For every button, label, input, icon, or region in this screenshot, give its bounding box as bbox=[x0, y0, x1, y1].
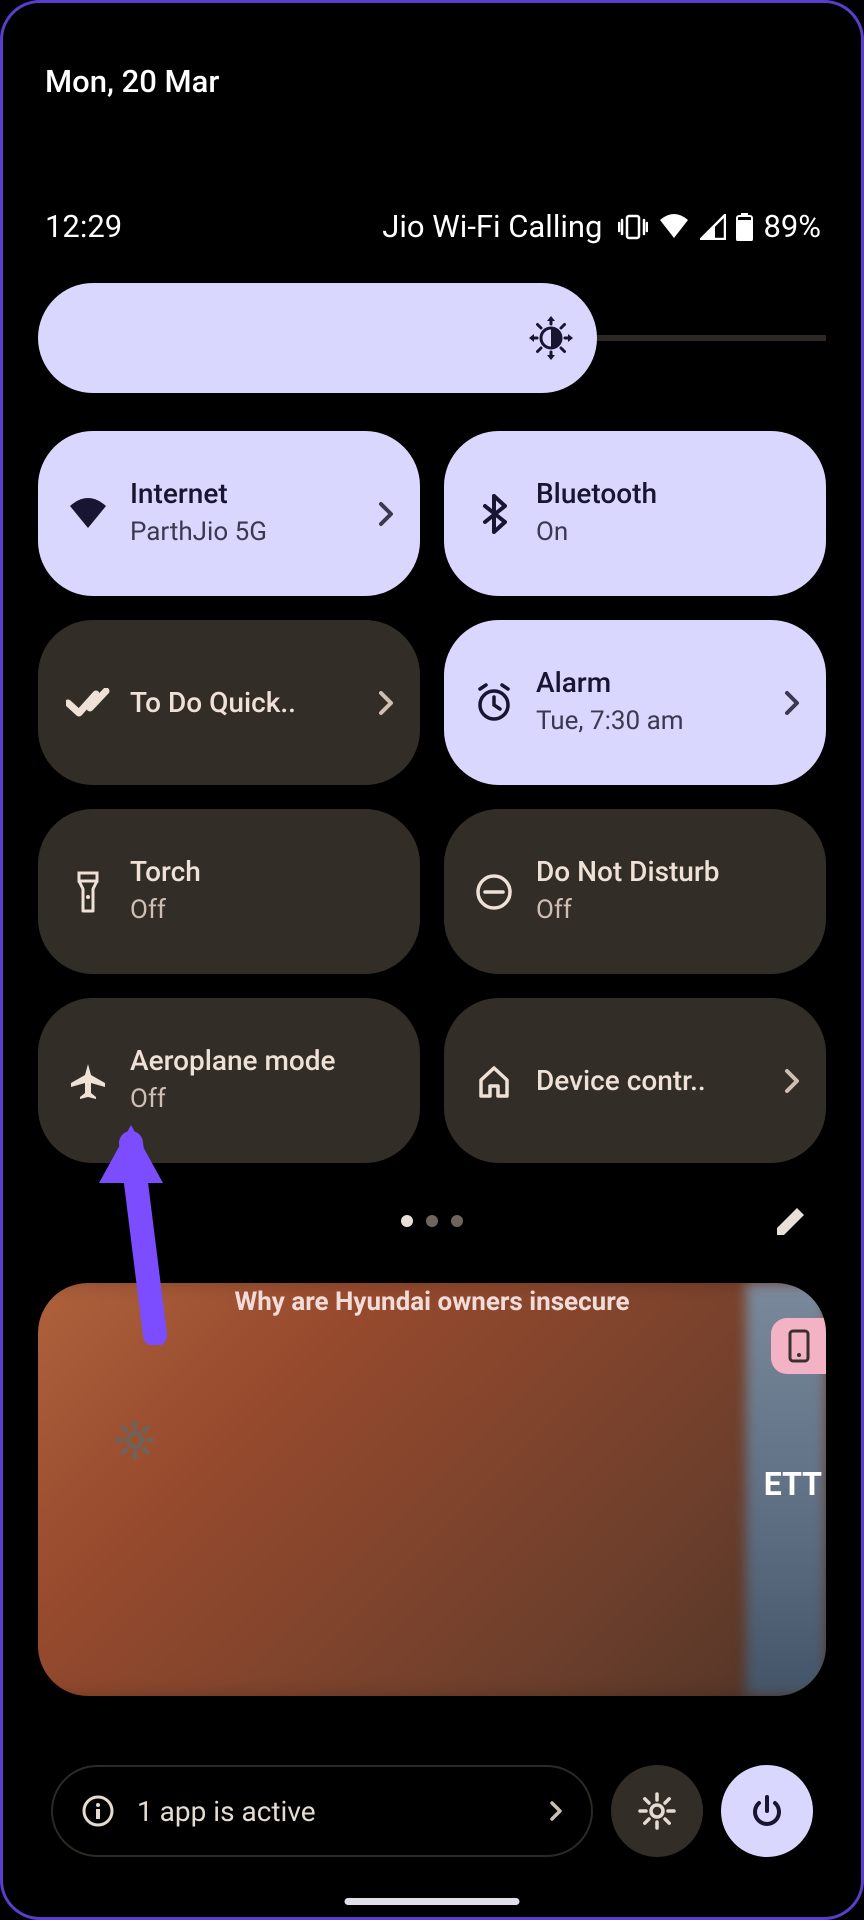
dnd-icon bbox=[470, 873, 518, 911]
status-time: 12:29 bbox=[45, 208, 122, 245]
tile-subtitle: Off bbox=[536, 894, 800, 928]
gear-icon bbox=[637, 1791, 677, 1831]
tile-title: Internet bbox=[130, 477, 370, 511]
wifi-icon bbox=[658, 214, 690, 240]
gesture-nav-bar[interactable] bbox=[345, 1898, 520, 1905]
page-dot bbox=[451, 1215, 463, 1227]
active-apps-pill[interactable]: 1 app is active bbox=[51, 1765, 593, 1857]
date-header: Mon, 20 Mar bbox=[3, 3, 861, 100]
tile-internet[interactable]: Internet ParthJio 5G bbox=[38, 431, 420, 596]
tile-title: Do Not Disturb bbox=[536, 855, 800, 889]
tile-title: Device contr.. bbox=[536, 1064, 776, 1098]
tile-subtitle: On bbox=[536, 516, 800, 550]
tile-bluetooth[interactable]: Bluetooth On bbox=[444, 431, 826, 596]
airplane-icon bbox=[64, 1061, 112, 1101]
bluetooth-icon bbox=[470, 494, 518, 534]
tile-subtitle: ParthJio 5G bbox=[130, 516, 370, 550]
torch-icon bbox=[64, 871, 112, 913]
media-partial-text: ETT bbox=[764, 1465, 822, 1503]
home-icon bbox=[470, 1062, 518, 1100]
alarm-icon bbox=[470, 683, 518, 723]
tile-device-controls[interactable]: Device contr.. bbox=[444, 998, 826, 1163]
media-headline: Why are Hyundai owners insecure bbox=[234, 1287, 629, 1317]
status-right: Jio Wi-Fi Calling 89% bbox=[382, 208, 821, 245]
quick-settings-tiles: Internet ParthJio 5G Bluetooth On To Do … bbox=[3, 393, 861, 1163]
tile-subtitle: Off bbox=[130, 1083, 394, 1117]
check-icon bbox=[64, 688, 112, 718]
footer-bar: 1 app is active bbox=[51, 1765, 813, 1857]
tile-title: Bluetooth bbox=[536, 477, 800, 511]
battery-percent: 89% bbox=[763, 208, 821, 245]
wifi-icon bbox=[64, 498, 112, 530]
brightness-fill[interactable] bbox=[38, 283, 597, 393]
tile-todo[interactable]: To Do Quick.. bbox=[38, 620, 420, 785]
page-dot bbox=[401, 1215, 413, 1227]
carrier-label: Jio Wi-Fi Calling bbox=[382, 208, 602, 245]
edit-tiles-button[interactable] bbox=[773, 1203, 809, 1239]
chevron-right-icon bbox=[378, 690, 394, 716]
annotation-arrow bbox=[87, 1125, 177, 1345]
tile-title: Alarm bbox=[536, 666, 776, 700]
battery-icon bbox=[736, 213, 753, 241]
chevron-right-icon bbox=[784, 1068, 800, 1094]
output-device-badge[interactable] bbox=[771, 1318, 826, 1374]
signal-icon bbox=[700, 214, 726, 240]
chevron-right-icon bbox=[784, 690, 800, 716]
tile-title: Torch bbox=[130, 855, 394, 889]
settings-button[interactable] bbox=[611, 1765, 703, 1857]
tile-title: To Do Quick.. bbox=[130, 686, 370, 720]
brightness-icon bbox=[529, 316, 573, 360]
chevron-right-icon bbox=[378, 501, 394, 527]
tile-dnd[interactable]: Do Not Disturb Off bbox=[444, 809, 826, 974]
status-bar: 12:29 Jio Wi-Fi Calling 89% bbox=[3, 100, 861, 245]
chevron-right-icon bbox=[549, 1800, 563, 1822]
tile-subtitle: Off bbox=[130, 894, 394, 928]
page-dot bbox=[426, 1215, 438, 1227]
active-apps-label: 1 app is active bbox=[137, 1795, 316, 1828]
tile-title: Aeroplane mode bbox=[130, 1044, 394, 1078]
notification-settings-icon[interactable] bbox=[113, 1418, 157, 1462]
info-icon bbox=[81, 1794, 115, 1828]
brightness-slider[interactable] bbox=[38, 283, 826, 393]
tile-alarm[interactable]: Alarm Tue, 7:30 am bbox=[444, 620, 826, 785]
tile-subtitle: Tue, 7:30 am bbox=[536, 705, 776, 739]
vibrate-icon bbox=[618, 214, 648, 240]
power-button[interactable] bbox=[721, 1765, 813, 1857]
tile-torch[interactable]: Torch Off bbox=[38, 809, 420, 974]
power-icon bbox=[749, 1793, 785, 1829]
